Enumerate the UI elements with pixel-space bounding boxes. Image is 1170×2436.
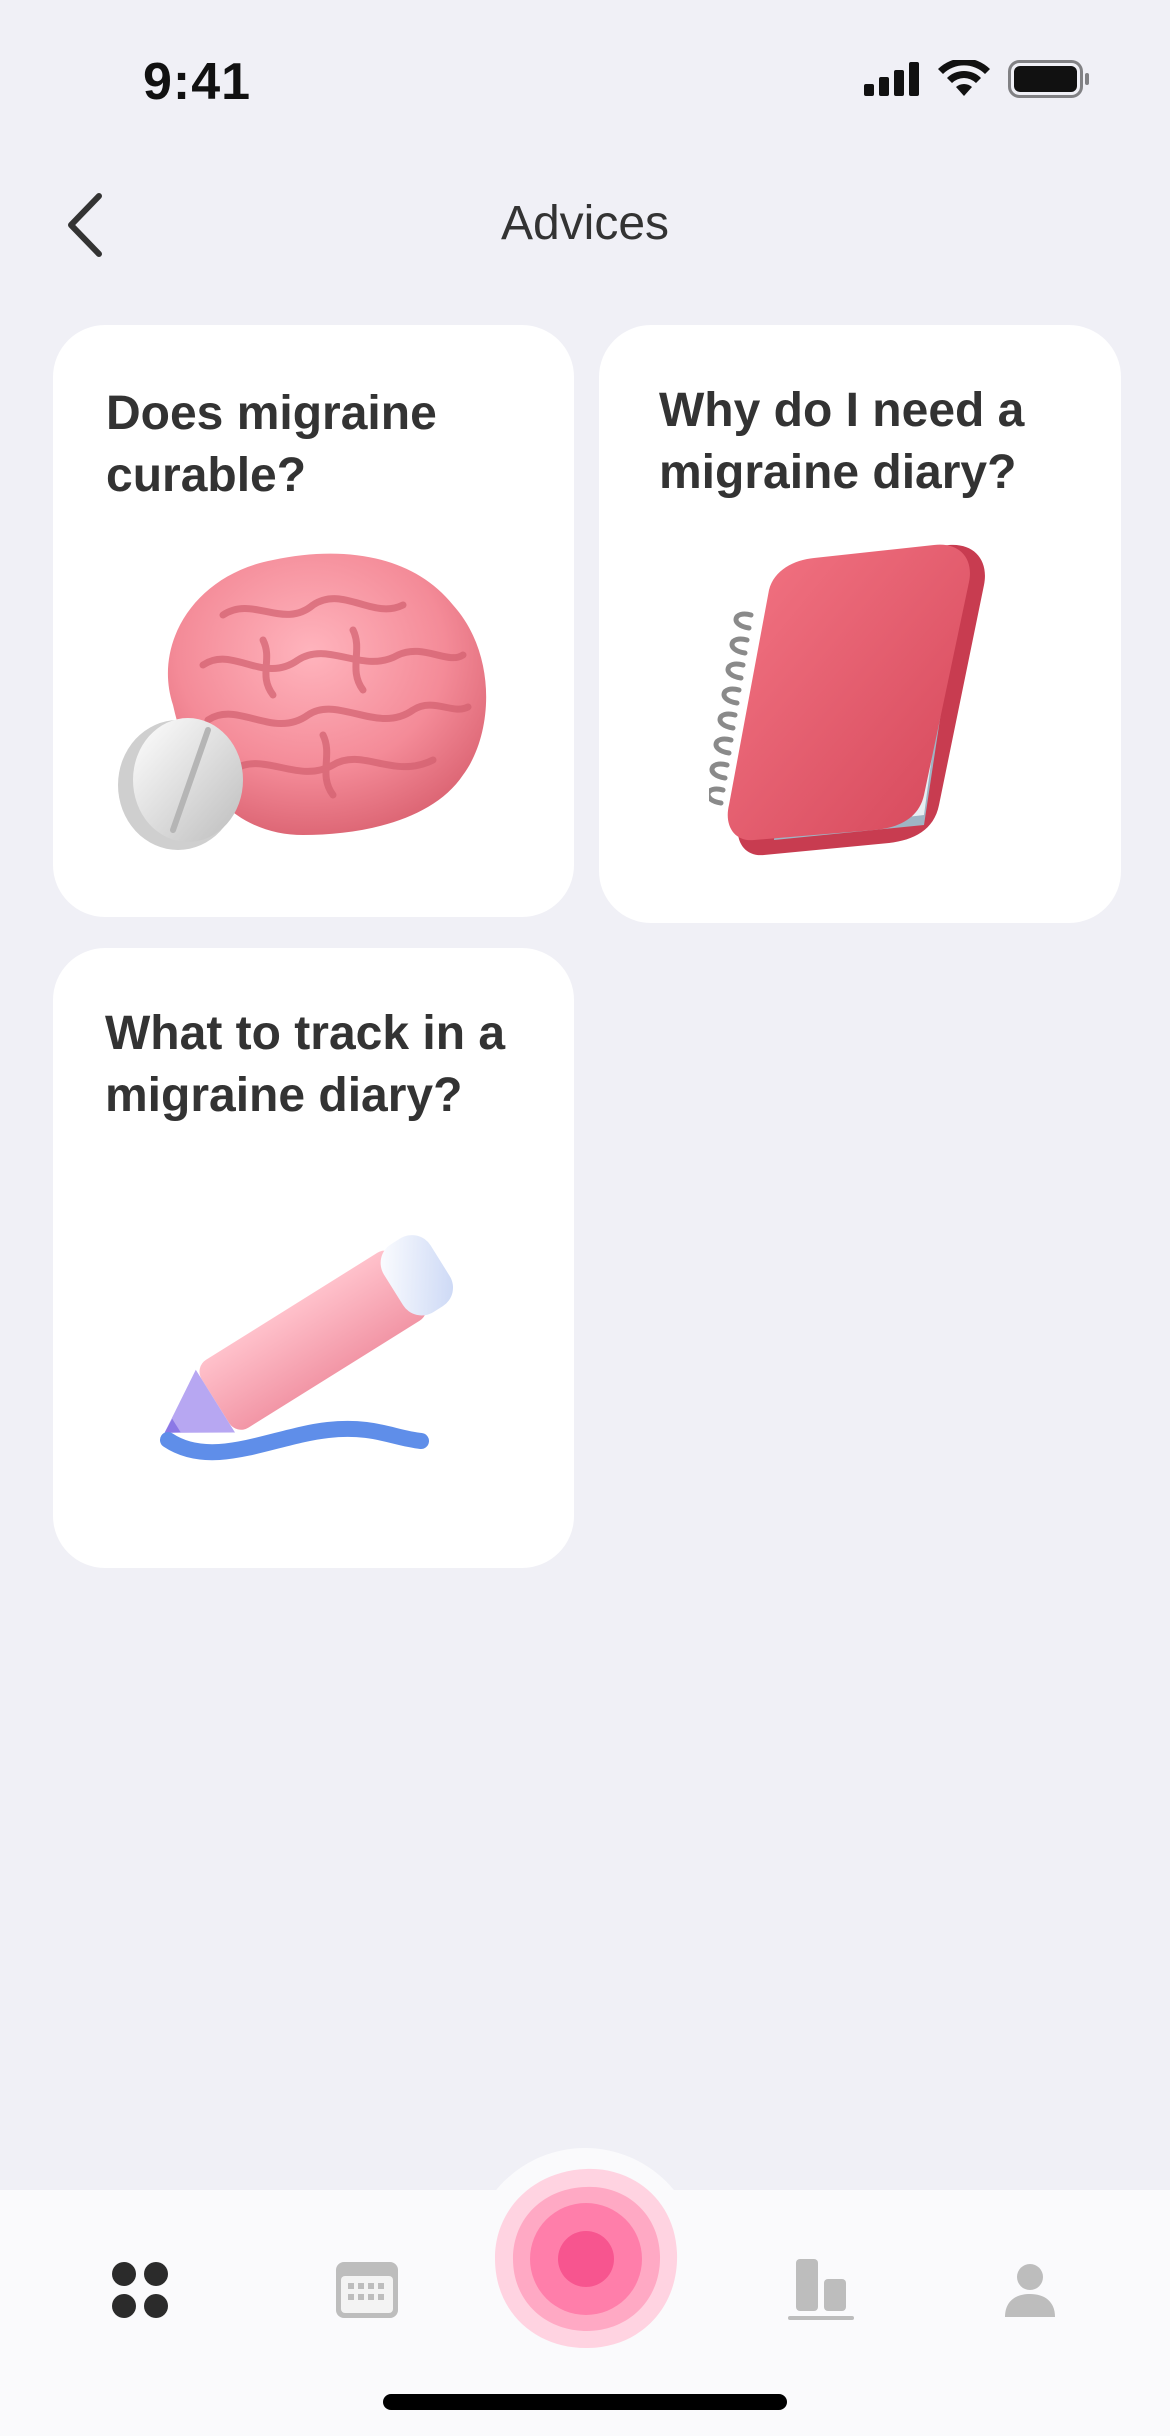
page-title: Advices: [500, 197, 670, 250]
advice-card-migraine-curable[interactable]: Does migraine curable?: [53, 325, 574, 917]
pencil-with-stroke-illustration: [160, 1235, 454, 1461]
spiral-notebook-illustration: [709, 544, 985, 856]
profile-icon: [1005, 2264, 1055, 2317]
battery-icon: [1008, 60, 1089, 98]
signal-icon: [864, 62, 919, 96]
status-bar: 9:41: [0, 0, 1170, 150]
tab-calendar[interactable]: [317, 2240, 417, 2340]
bar-chart-icon: [788, 2259, 854, 2320]
calendar-icon: [336, 2262, 398, 2318]
record-attack-button[interactable]: [493, 2165, 679, 2351]
tab-home[interactable]: [90, 2240, 190, 2340]
card-title: Why do I need a migraine diary?: [659, 384, 1025, 499]
tab-profile[interactable]: [980, 2240, 1080, 2340]
home-indicator: [383, 2394, 787, 2410]
tab-statistics[interactable]: [771, 2240, 871, 2340]
status-icons: [864, 60, 1090, 98]
nav-header: Advices: [0, 170, 1170, 280]
advice-card-what-to-track[interactable]: What to track in a migraine diary?: [53, 948, 574, 1568]
brain-with-pill-illustration: [118, 553, 487, 850]
advice-card-why-diary[interactable]: Why do I need a migraine diary?: [599, 325, 1121, 923]
card-title: Does migraine curable?: [106, 387, 437, 502]
card-title: What to track in a migraine diary?: [105, 1007, 506, 1122]
wifi-icon: [938, 60, 990, 96]
grid-dots-icon: [112, 2262, 168, 2318]
status-time: 9:41: [143, 53, 252, 111]
record-attack-icon: [494, 2168, 678, 2349]
